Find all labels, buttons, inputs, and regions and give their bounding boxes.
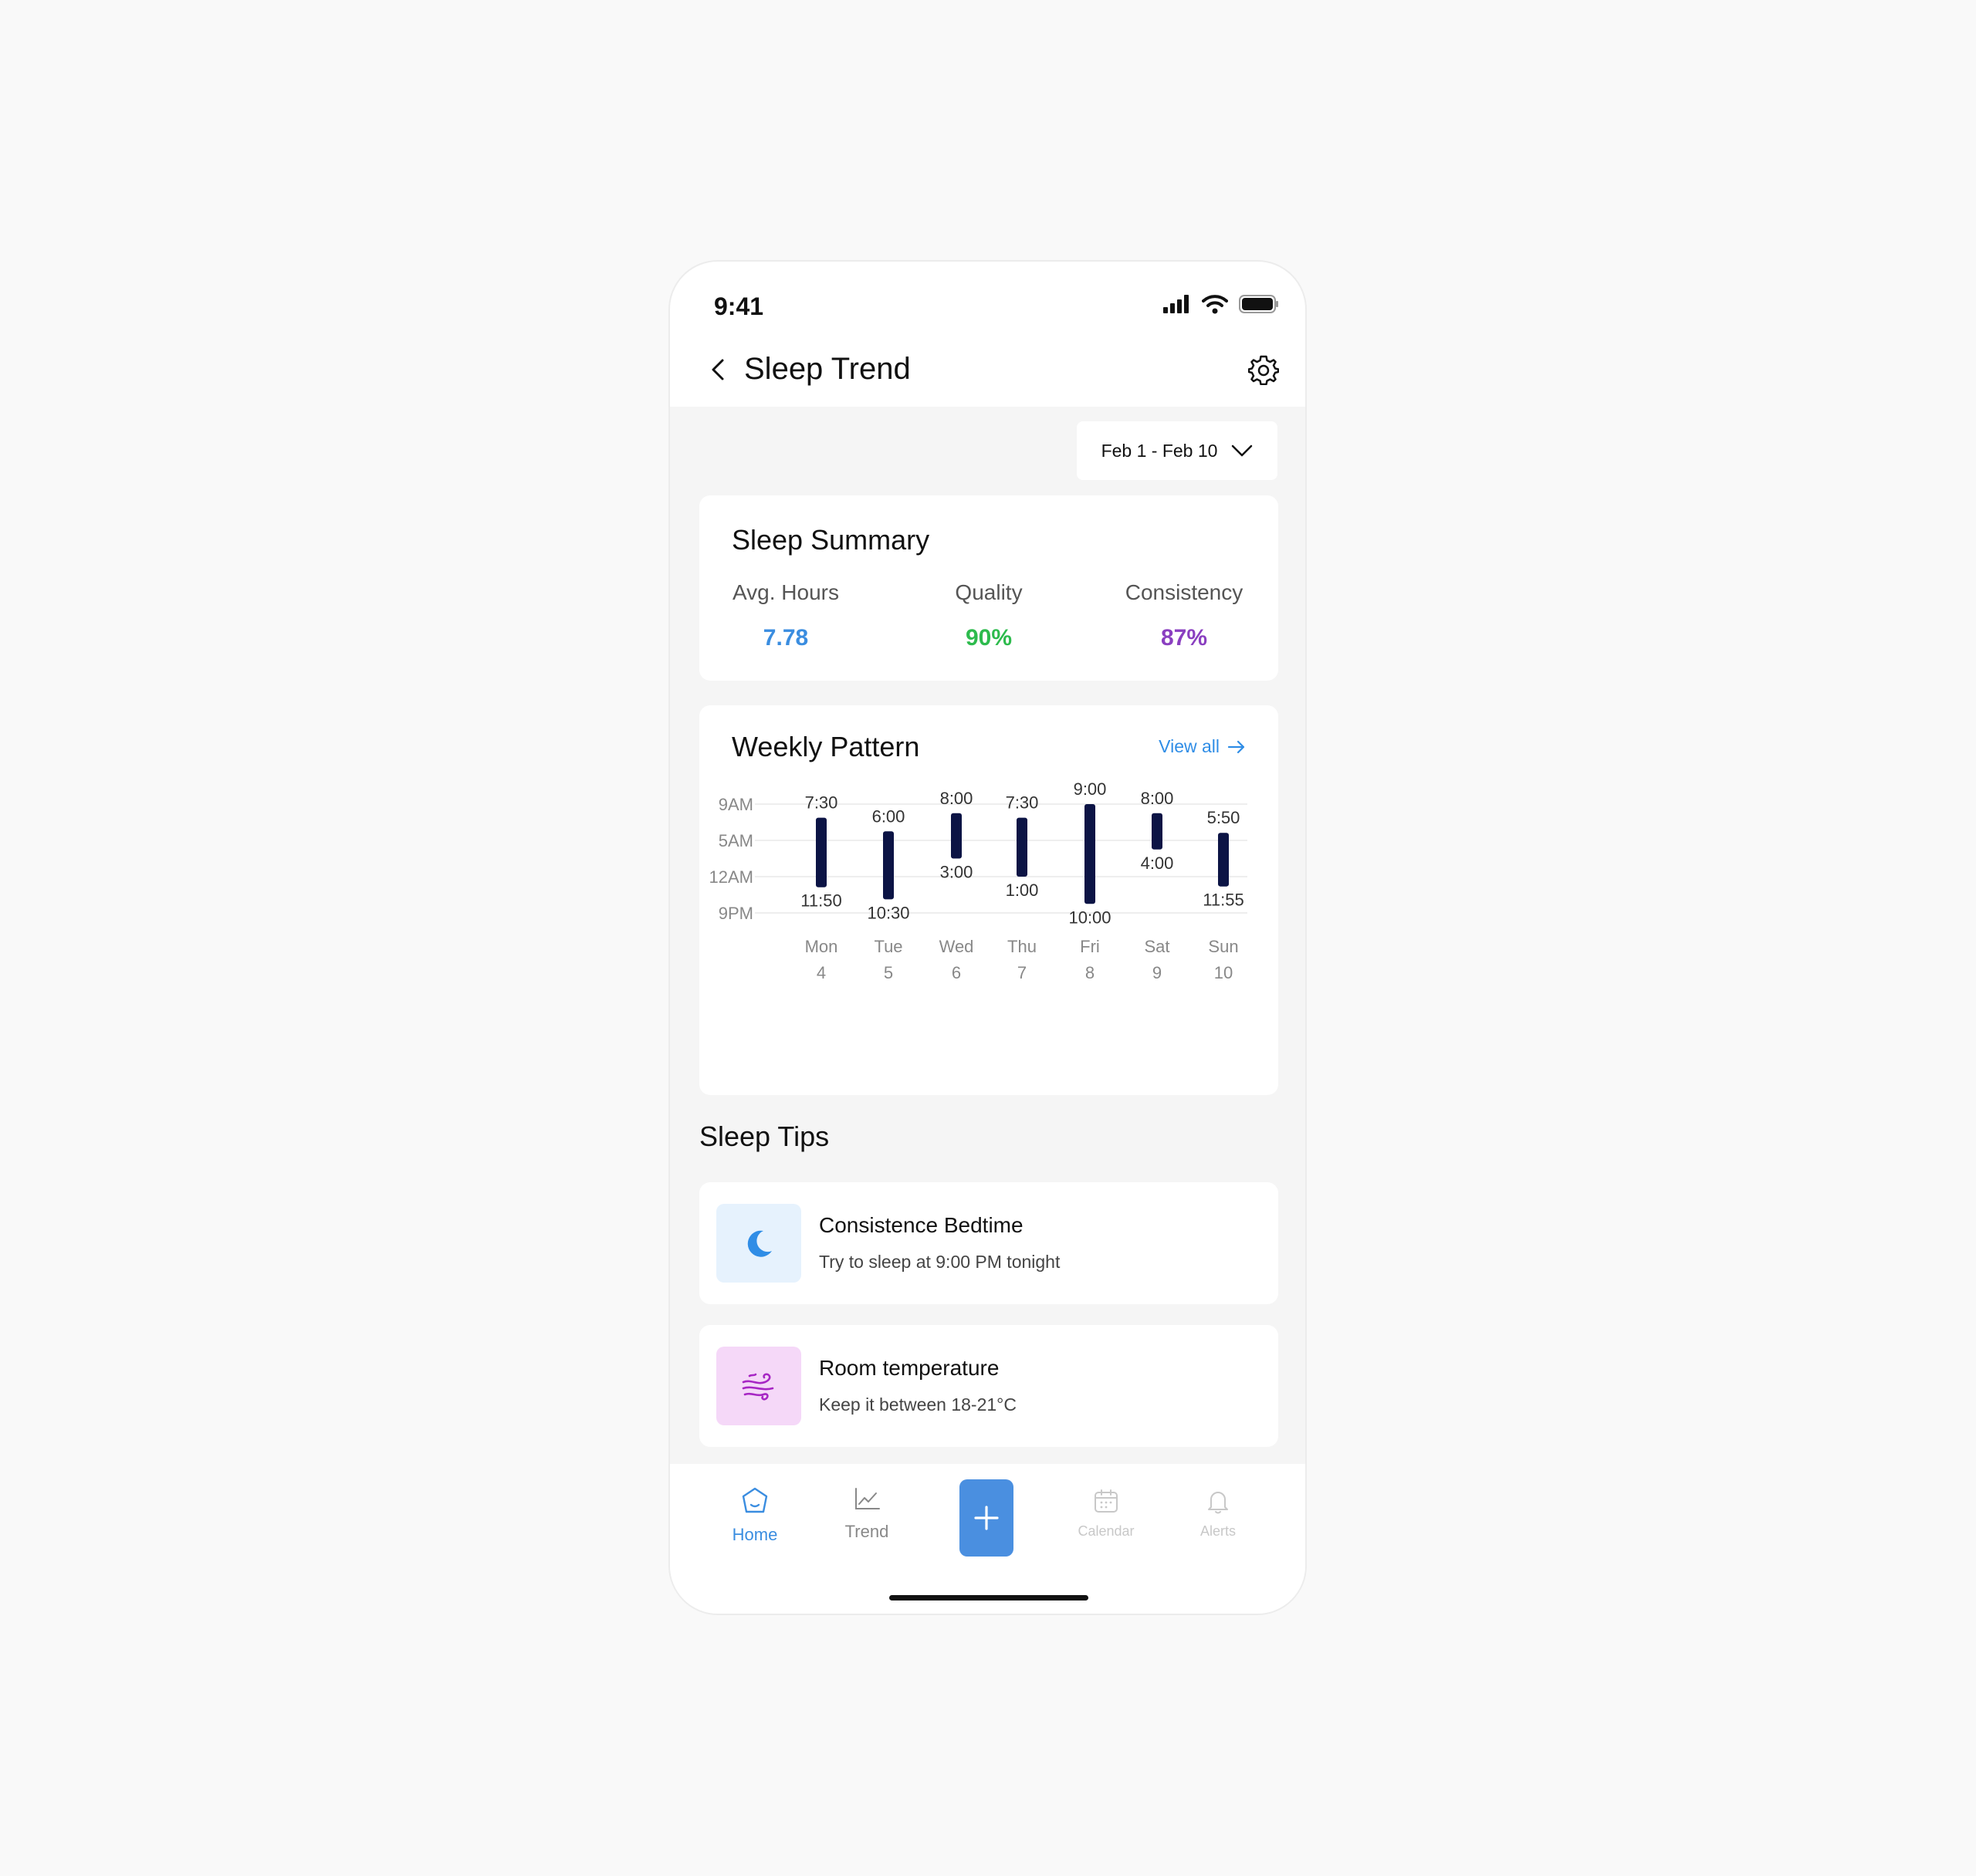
- stat-avg-hours: Avg. Hours 7.78: [732, 580, 840, 651]
- date-range-dropdown[interactable]: Feb 1 - Feb 10: [1077, 421, 1277, 480]
- nav-calendar[interactable]: Calendar: [1060, 1487, 1152, 1540]
- signal-icon: [1163, 295, 1189, 313]
- x-date-label: 10: [1214, 963, 1233, 982]
- bed-time-label: 1:00: [1006, 881, 1039, 900]
- stat-quality: Quality 90%: [935, 580, 1043, 651]
- x-date-label: 7: [1017, 963, 1027, 982]
- x-date-label: 9: [1152, 963, 1162, 982]
- calendar-icon: [1095, 1489, 1118, 1513]
- nav-alerts[interactable]: Alerts: [1179, 1487, 1257, 1540]
- x-day-label: Sat: [1144, 937, 1169, 956]
- bed-time-label: 11:50: [800, 891, 841, 911]
- bed-time-label: 11:55: [1203, 891, 1243, 910]
- back-chevron-icon[interactable]: [705, 356, 733, 384]
- wake-time-label: 6:00: [872, 806, 905, 826]
- page-title: Sleep Trend: [744, 352, 911, 386]
- chevron-down-icon: [1232, 444, 1253, 457]
- wake-time-label: 5:50: [1207, 808, 1240, 827]
- bed-time-label: 4:00: [1141, 853, 1174, 873]
- stat-label: Quality: [955, 580, 1023, 604]
- bed-time-label: 10:30: [867, 903, 909, 922]
- wake-time-label: 9:00: [1074, 779, 1107, 799]
- phone-frame: 9:41 Sleep Trend Feb 1 - Feb 10 Sleep Su…: [668, 260, 1307, 1615]
- tip-description: Keep it between 18-21°C: [819, 1394, 1017, 1415]
- x-day-label: Wed: [939, 937, 974, 956]
- tip-title: Room temperature: [819, 1356, 1000, 1380]
- sleep-bar: [816, 817, 827, 887]
- y-tick-label: 12AM: [709, 867, 753, 887]
- x-day-label: Thu: [1007, 937, 1037, 956]
- tip-card-bedtime[interactable]: Consistence Bedtime Try to sleep at 9:00…: [699, 1182, 1278, 1304]
- x-day-label: Tue: [874, 937, 902, 956]
- tip-card-room-temperature[interactable]: Room temperature Keep it between 18-21°C: [699, 1325, 1278, 1447]
- bed-time-label: 10:00: [1068, 908, 1111, 927]
- summary-title: Sleep Summary: [732, 524, 930, 556]
- wifi-icon: [1202, 295, 1228, 314]
- status-time: 9:41: [714, 292, 764, 320]
- sleep-summary-card: Sleep Summary Avg. Hours 7.78 Quality 90…: [699, 495, 1278, 681]
- bottom-navigation: Home Trend Calendar Alerts: [670, 1464, 1305, 1614]
- bed-time-label: 3:00: [940, 863, 973, 882]
- moon-icon: [747, 1230, 772, 1257]
- stat-label: Consistency: [1125, 580, 1243, 604]
- home-indicator: [889, 1595, 1088, 1601]
- y-tick-label: 9AM: [719, 795, 753, 814]
- wake-time-label: 8:00: [1141, 789, 1174, 808]
- weekly-pattern-card: Weekly Pattern View all 9AM 5AM 12AM 9PM 7:3…: [699, 705, 1278, 1095]
- x-day-label: Mon: [805, 937, 838, 956]
- wake-time-label: 7:30: [805, 793, 838, 813]
- tip-icon-box: [716, 1204, 801, 1283]
- sleep-bar: [1017, 817, 1027, 877]
- stat-value: 87%: [1160, 625, 1208, 651]
- y-tick-label: 9PM: [719, 904, 753, 923]
- chart-icon: [855, 1488, 880, 1509]
- x-day-label: Fri: [1080, 937, 1100, 956]
- sleep-bar: [1084, 804, 1095, 904]
- x-date-label: 5: [884, 963, 893, 982]
- nav-trend[interactable]: Trend: [832, 1486, 902, 1542]
- date-range-label: Feb 1 - Feb 10: [1101, 440, 1218, 461]
- stat-value: 7.78: [763, 625, 809, 651]
- battery-icon: [1239, 295, 1278, 313]
- wake-time-label: 8:00: [940, 789, 973, 808]
- status-icons: [1163, 294, 1279, 314]
- tip-description: Try to sleep at 9:00 PM tonight: [819, 1252, 1061, 1272]
- tip-title: Consistence Bedtime: [819, 1213, 1024, 1237]
- plus-icon: [974, 1506, 999, 1530]
- wind-icon: [742, 1373, 774, 1401]
- x-date-label: 4: [817, 963, 826, 982]
- sleep-bar: [1218, 833, 1229, 887]
- y-tick-label: 5AM: [719, 831, 753, 850]
- nav-label: Alerts: [1199, 1523, 1236, 1539]
- sleep-bar: [883, 831, 894, 900]
- nav-label: Calendar: [1078, 1523, 1135, 1539]
- sleep-tips-title: Sleep Tips: [699, 1121, 830, 1152]
- x-day-label: Sun: [1208, 937, 1238, 956]
- x-date-label: 8: [1085, 963, 1095, 982]
- add-button[interactable]: [959, 1479, 1013, 1557]
- stat-value: 90%: [965, 625, 1013, 651]
- gear-icon[interactable]: [1248, 354, 1279, 385]
- nav-label: Home: [732, 1525, 778, 1544]
- x-date-label: 6: [952, 963, 961, 982]
- nav-home[interactable]: Home: [720, 1486, 790, 1545]
- stat-consistency: Consistency 87%: [1115, 580, 1254, 651]
- nav-label: Trend: [844, 1522, 889, 1541]
- sleep-bar: [1152, 813, 1162, 850]
- home-icon: [742, 1487, 768, 1513]
- tip-icon-box: [716, 1347, 801, 1425]
- wake-time-label: 7:30: [1006, 793, 1039, 813]
- bell-icon: [1208, 1492, 1228, 1514]
- weekly-pattern-chart: 9AM 5AM 12AM 9PM 7:30 11:50 Mon 4 6:00 10:30 Tue 5 8…: [709, 779, 1247, 982]
- sleep-bar: [951, 813, 962, 859]
- stat-label: Avg. Hours: [733, 580, 839, 604]
